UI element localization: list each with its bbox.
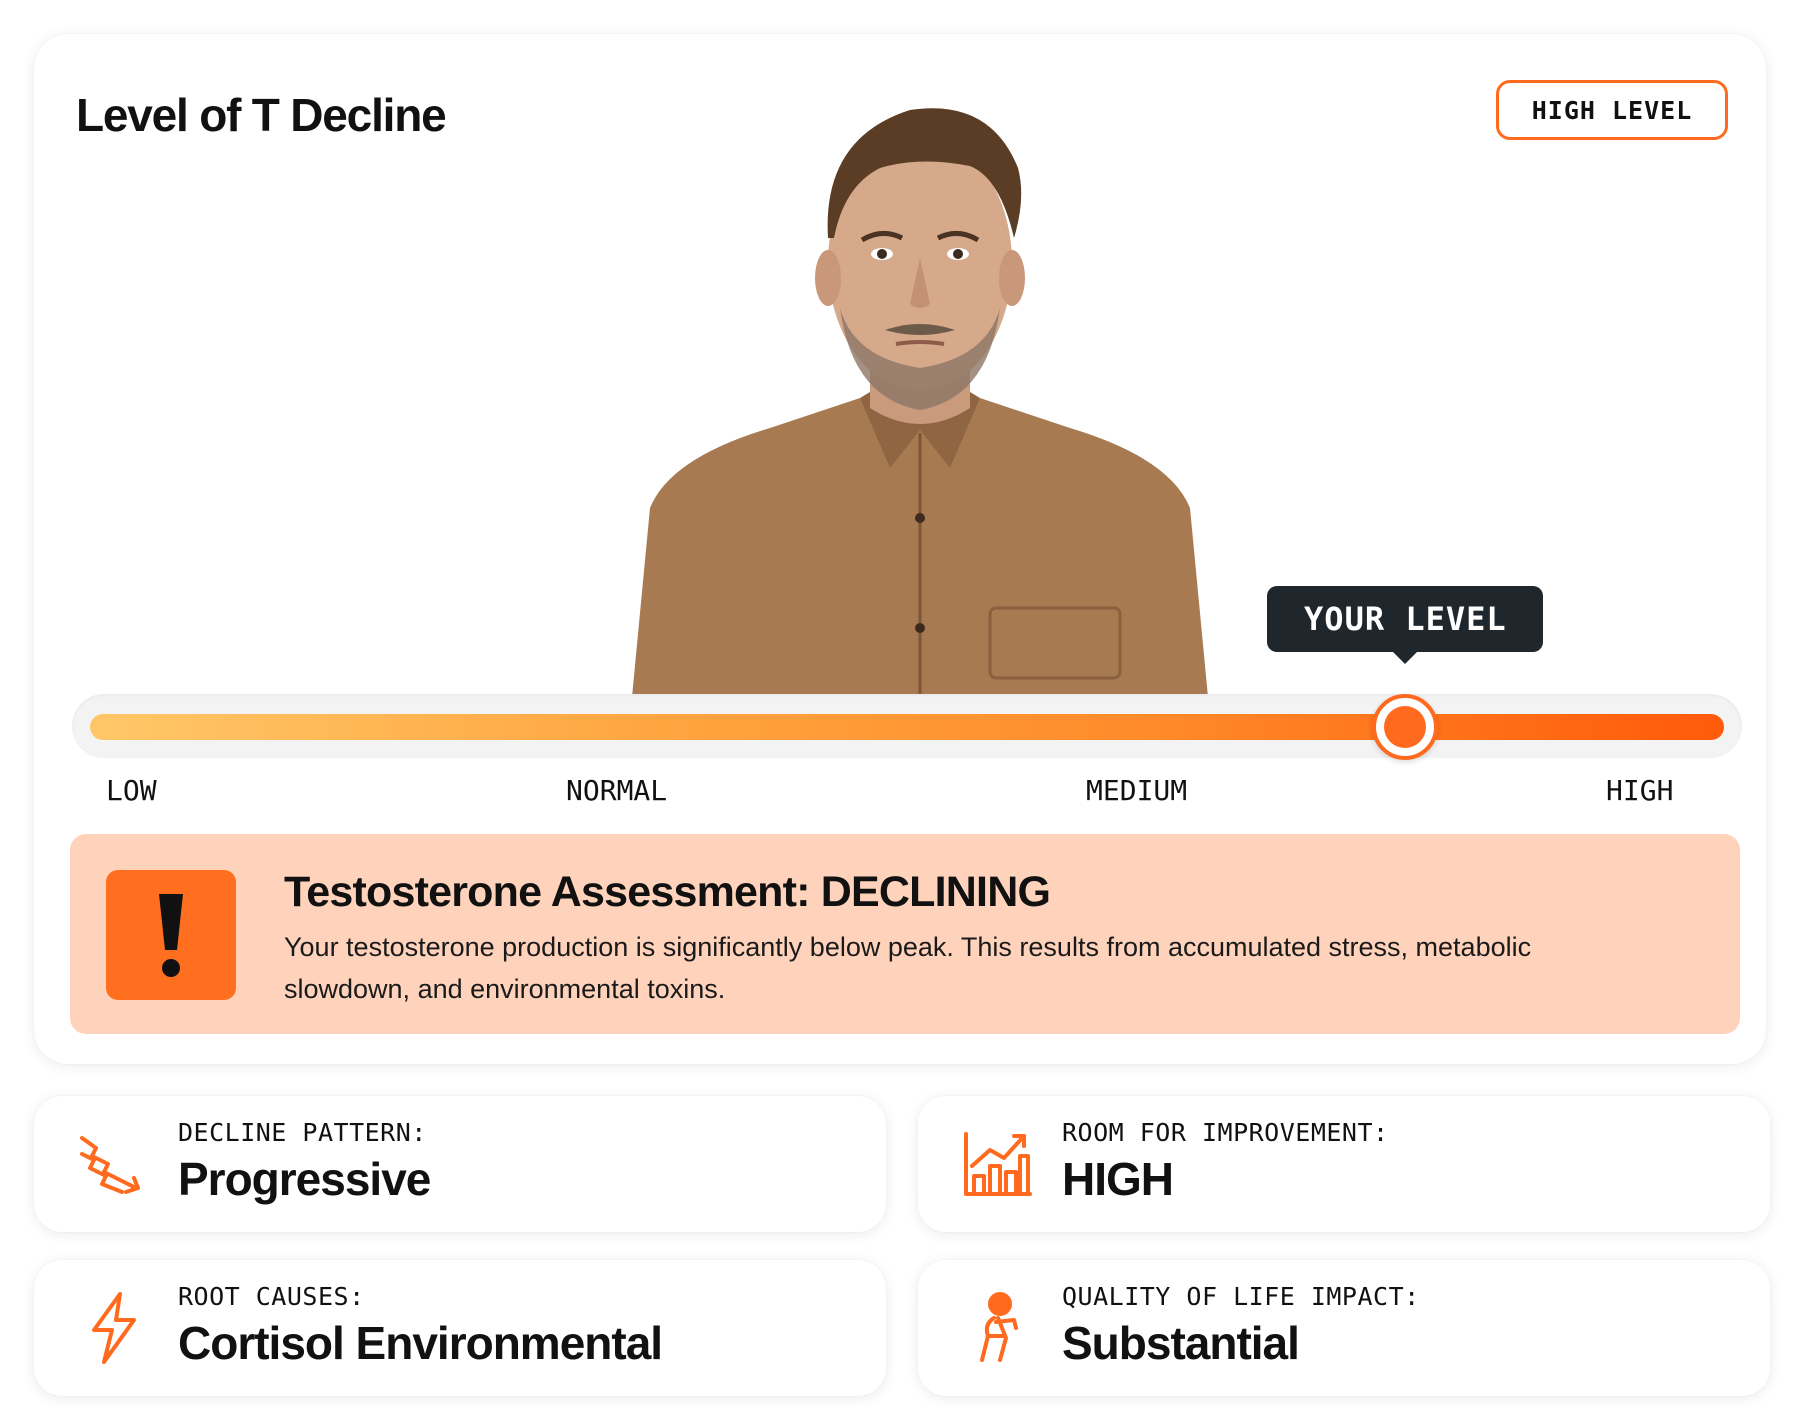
tired-person-icon bbox=[960, 1290, 1036, 1366]
stat-value: HIGH bbox=[1062, 1153, 1174, 1205]
level-slider-track[interactable] bbox=[90, 694, 1724, 760]
assessment-alert: Testosterone Assessment: DECLINING Your … bbox=[70, 834, 1740, 1034]
stat-label: ROOM FOR IMPROVEMENT: bbox=[1062, 1118, 1389, 1147]
exclamation-icon bbox=[106, 870, 236, 1000]
high-level-badge: HIGH LEVEL bbox=[1496, 80, 1728, 140]
stat-value: Substantial bbox=[1062, 1317, 1300, 1369]
level-slider-knob[interactable] bbox=[1372, 694, 1439, 760]
stat-label: QUALITY OF LIFE IMPACT: bbox=[1062, 1282, 1420, 1311]
stat-card-root-causes: ROOT CAUSES: Cortisol Environmental bbox=[34, 1260, 886, 1396]
stat-card-decline-pattern: DECLINE PATTERN: Progressive bbox=[34, 1096, 886, 1232]
card-title: Level of T Decline bbox=[76, 89, 447, 141]
stat-card-quality-of-life: QUALITY OF LIFE IMPACT: Substantial bbox=[918, 1260, 1770, 1396]
scale-label-medium: MEDIUM bbox=[1086, 774, 1188, 807]
level-slider[interactable] bbox=[72, 694, 1742, 760]
stat-value: Progressive bbox=[178, 1153, 431, 1205]
stat-label: ROOT CAUSES: bbox=[178, 1282, 365, 1311]
stat-label: DECLINE PATTERN: bbox=[178, 1118, 427, 1147]
stat-value: Cortisol Environmental bbox=[178, 1317, 663, 1369]
stat-card-room-for-improvement: ROOM FOR IMPROVEMENT: HIGH bbox=[918, 1096, 1770, 1232]
scale-label-normal: NORMAL bbox=[566, 774, 668, 807]
lightning-bolt-icon bbox=[76, 1290, 152, 1366]
t-decline-card: Level of T Decline HIGH LEVEL YOUR LEVEL… bbox=[34, 34, 1766, 1064]
scale-label-high: HIGH bbox=[1606, 774, 1674, 807]
level-slider-knob-dot bbox=[1384, 706, 1427, 748]
growth-chart-icon bbox=[960, 1126, 1036, 1202]
man-portrait-image bbox=[590, 68, 1250, 718]
page: Level of T Decline HIGH LEVEL YOUR LEVEL… bbox=[0, 0, 1800, 1422]
scale-label-low: LOW bbox=[106, 774, 157, 807]
your-level-tooltip: YOUR LEVEL bbox=[1267, 586, 1544, 664]
assessment-body: Your testosterone production is signific… bbox=[284, 932, 1532, 1004]
declining-zigzag-arrow-icon bbox=[76, 1126, 152, 1202]
assessment-title: Testosterone Assessment: DECLINING bbox=[284, 868, 1051, 916]
